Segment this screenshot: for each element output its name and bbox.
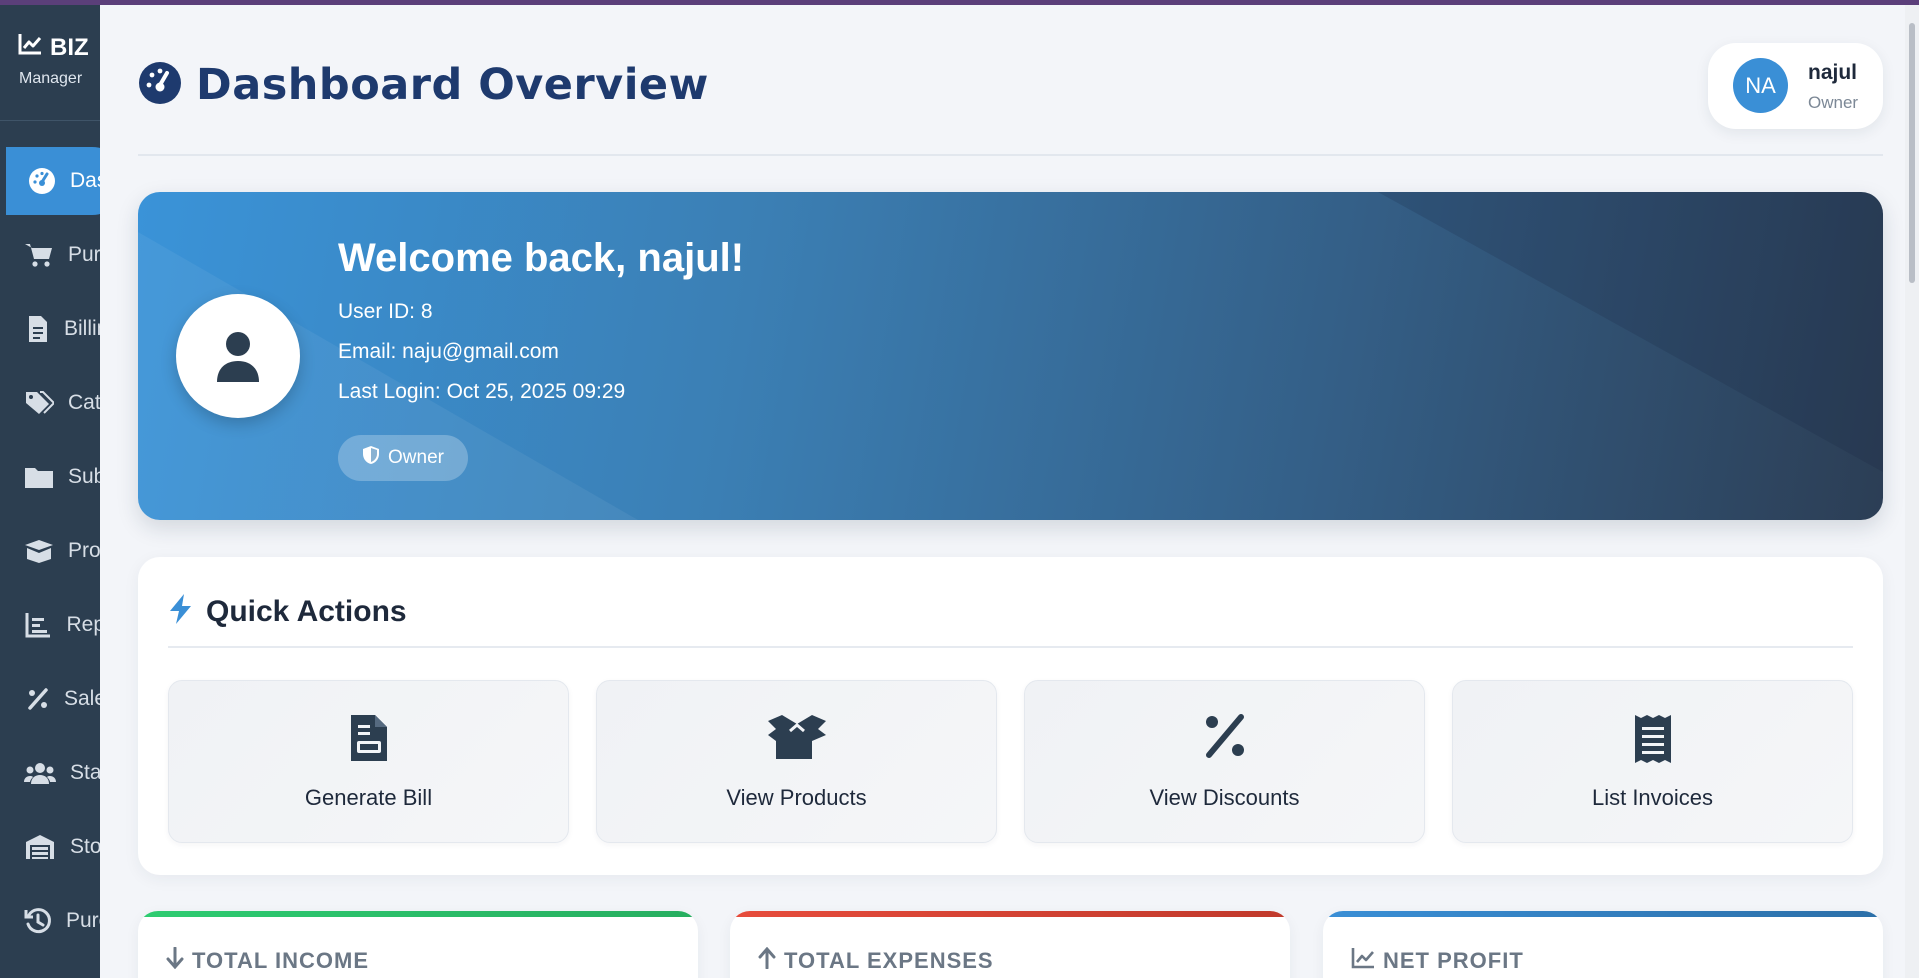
quick-actions-card: Quick Actions Generate Bill View Product… (138, 557, 1883, 875)
total-expenses-card[interactable]: TOTAL EXPENSES (730, 911, 1290, 978)
arrow-up-icon (758, 946, 776, 975)
role-badge-label: Owner (388, 447, 444, 468)
user-avatar-large (176, 294, 300, 418)
page-header: Dashboard Overview (138, 60, 709, 110)
sidebar-item-reports[interactable]: Reports (0, 591, 100, 659)
quick-actions-header: Quick Actions (168, 593, 407, 630)
sidebar-item-purchase-history[interactable]: Purchase History (0, 887, 100, 955)
line-chart-icon (18, 33, 42, 62)
percent-icon (1203, 713, 1247, 764)
card-accent-bar (1323, 911, 1883, 917)
sidebar-item-dashboard[interactable]: Dashboard (6, 147, 100, 215)
brand-subtitle: Manager (19, 70, 83, 87)
receipt-icon (1633, 713, 1673, 770)
top-accent-strip (0, 0, 1919, 5)
sidebar-item-label: Reports (66, 613, 100, 636)
user-role: Owner (1808, 93, 1859, 112)
sidebar-item-label: Sales (64, 687, 100, 710)
view-discounts-button[interactable]: View Discounts (1024, 680, 1425, 843)
sidebar-item-label: Stock (70, 835, 100, 858)
sidebar-item-label: Staff (70, 761, 100, 784)
history-icon (24, 905, 52, 937)
page-scrollbar[interactable] (1905, 5, 1919, 978)
sidebar-item-label: Purchases (68, 243, 100, 266)
sidebar-item-purchases[interactable]: Purchases (0, 221, 100, 289)
welcome-heading: Welcome back, najul! (338, 236, 745, 280)
role-badge: Owner (338, 435, 468, 481)
percent-icon (22, 683, 54, 715)
gauge-icon (138, 61, 182, 110)
scrollbar-thumb[interactable] (1909, 23, 1915, 283)
user-profile-chip[interactable]: NA najul Owner (1708, 43, 1883, 129)
sidebar-item-billing[interactable]: Billing (0, 295, 100, 363)
tile-label: List Invoices (1591, 785, 1714, 810)
tile-label: View Products (726, 785, 867, 810)
bill-icon (349, 713, 389, 768)
list-invoices-button[interactable]: List Invoices (1452, 680, 1853, 843)
stat-label: TOTAL EXPENSES (784, 948, 994, 973)
quick-actions-title: Quick Actions (206, 594, 407, 628)
card-accent-bar (730, 911, 1290, 917)
bolt-icon (168, 593, 194, 630)
folder-icon (24, 461, 54, 493)
arrow-down-icon (166, 946, 184, 975)
generate-bill-button[interactable]: Generate Bill (168, 680, 569, 843)
quick-actions-divider (168, 646, 1853, 648)
avatar: NA (1733, 58, 1788, 113)
user-name: najul (1808, 61, 1858, 84)
sidebar-divider (0, 120, 100, 121)
sidebar-item-label: Categories (68, 391, 100, 414)
view-products-button[interactable]: View Products (596, 680, 997, 843)
box-open-icon (766, 713, 828, 766)
sidebar-item-label: Subcategories (68, 465, 100, 488)
invoice-icon (22, 313, 54, 345)
sidebar-item-label: Dashboard (70, 169, 100, 192)
warehouse-icon (24, 831, 56, 863)
tile-label: View Discounts (1149, 785, 1300, 810)
gauge-icon (28, 165, 56, 197)
header-divider (138, 154, 1883, 156)
shield-icon (362, 445, 380, 471)
sidebar-item-products[interactable]: Products (0, 517, 100, 585)
last-login-text: Last Login: Oct 25, 2025 09:29 (338, 380, 626, 403)
tags-icon (24, 387, 54, 419)
sidebar-item-categories[interactable]: Categories (0, 369, 100, 437)
cart-icon (24, 239, 54, 271)
chart-icon (24, 609, 52, 641)
users-icon (24, 757, 56, 789)
user-id-text: User ID: 8 (338, 300, 433, 323)
sidebar-item-label: Billing (64, 317, 100, 340)
net-profit-card[interactable]: NET PROFIT (1323, 911, 1883, 978)
brand[interactable]: BIZ Manager (18, 33, 89, 88)
brand-name: BIZ (50, 33, 89, 61)
tile-label: Generate Bill (304, 785, 433, 810)
sidebar-item-subcategories[interactable]: Subcategories (0, 443, 100, 511)
card-accent-bar (138, 911, 698, 917)
welcome-banner: Welcome back, najul! User ID: 8 Email: n… (138, 192, 1883, 520)
box-icon (24, 535, 54, 567)
sidebar-item-stock[interactable]: Stock (0, 813, 100, 881)
sidebar-item-label: Purchase History (66, 909, 100, 932)
sidebar: BIZ Manager Dashboard Purchases Billing … (0, 5, 100, 978)
sidebar-item-label: Products (68, 539, 100, 562)
stat-label: NET PROFIT (1383, 948, 1524, 973)
email-text: Email: naju@gmail.com (338, 340, 559, 363)
user-icon (217, 332, 259, 382)
line-chart-icon (1351, 947, 1375, 975)
page-title: Dashboard Overview (196, 60, 709, 110)
sidebar-item-staff[interactable]: Staff (0, 739, 100, 807)
sidebar-item-sales[interactable]: Sales (0, 665, 100, 733)
stat-label: TOTAL INCOME (192, 948, 369, 973)
total-income-card[interactable]: TOTAL INCOME (138, 911, 698, 978)
